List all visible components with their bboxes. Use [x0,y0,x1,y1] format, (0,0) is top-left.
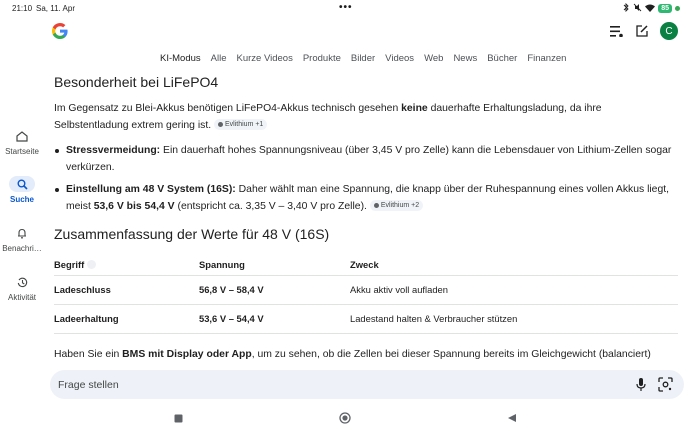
battery-badge: 85 [658,4,672,13]
source-favicon-icon [218,122,223,127]
system-nav-bar [0,404,690,431]
nav-suche-label: Suche [9,195,34,204]
microphone-icon[interactable] [634,377,648,392]
tab-buecher[interactable]: Bücher [487,53,517,64]
recent-apps-icon[interactable] [172,412,184,424]
table-cell: 53,6 V – 54,4 V [199,313,264,324]
table-cell: 56,8 V – 58,4 V [199,284,264,295]
table-header-cell: Begriff [54,259,97,270]
tab-videos[interactable]: Videos [385,53,414,64]
table-row: Ladeschluss 56,8 V – 58,4 V Akku aktiv v… [54,276,678,305]
nav-benachrichtigungen-label: Benachri… [2,244,42,253]
table-row: Ladeerhaltung 53,6 V – 54,4 V Ladestand … [54,305,678,334]
search-icon [9,176,35,192]
closing-paragraph: Haben Sie ein BMS mit Display oder App, … [54,349,651,360]
table-header-cell: Zweck [350,259,379,270]
tab-news[interactable]: News [453,53,477,64]
nav-aktivitaet-label: Aktivität [7,293,36,302]
history-icon [9,274,35,290]
summary-heading: Zusammenfassung der Werte für 48 V (16S) [54,226,330,242]
section-heading: Besonderheit bei LiFePO4 [54,74,219,90]
list-item: Einstellung am 48 V System (16S): Daher … [54,181,678,215]
ask-input[interactable] [58,376,618,393]
new-chat-edit-icon[interactable] [634,23,650,39]
privacy-dot-icon [675,6,680,11]
wifi-icon [645,4,656,14]
table-cell: Ladeerhaltung [54,313,119,324]
nav-benachrichtigungen[interactable]: Benachri… [0,225,44,253]
bluetooth-icon [623,2,630,14]
status-date: Sa, 11. Apr [36,4,75,13]
history-list-icon[interactable] [608,23,624,39]
system-icons: 85 [623,2,680,14]
ask-bar [50,370,684,399]
tab-alle[interactable]: Alle [211,53,227,64]
search-tabs: KI-Modus Alle Kurze Videos Produkte Bild… [160,53,566,64]
source-chip[interactable]: Evlithium +2 [369,200,424,211]
header-actions: C [608,22,678,40]
source-chip[interactable]: Evlithium +1 [214,119,268,130]
bell-icon [9,225,35,241]
nav-startseite[interactable]: Startseite [0,128,44,156]
table-cell: Ladestand halten & Verbraucher stützen [350,313,518,324]
google-lens-icon[interactable] [658,377,673,392]
values-table: Begriff Spannung Zweck Ladeschluss 56,8 … [54,254,678,334]
tab-ki-modus[interactable]: KI-Modus [160,53,201,64]
list-item: Stressvermeidung: Ein dauerhaft hohes Sp… [54,142,678,176]
bullet-list: Stressvermeidung: Ein dauerhaft hohes Sp… [54,142,678,220]
nav-startseite-label: Startseite [5,147,39,156]
table-header-row: Begriff Spannung Zweck [54,254,678,276]
home-button-icon[interactable] [339,412,351,424]
mute-icon [633,3,642,14]
status-time: 21:10 [12,4,33,13]
home-icon [9,128,35,144]
table-cell: Akku aktiv voll aufladen [350,284,448,295]
tab-finanzen[interactable]: Finanzen [527,53,566,64]
link-icon[interactable] [87,260,97,269]
tab-web[interactable]: Web [424,53,443,64]
intro-paragraph: Im Gegensatz zu Blei-Akkus benötigen LiF… [54,103,602,131]
nav-suche[interactable]: Suche [0,176,44,204]
more-dots-icon[interactable]: ••• [339,2,353,13]
nav-aktivitaet[interactable]: Aktivität [0,274,44,302]
back-icon[interactable] [506,412,518,424]
table-cell: Ladeschluss [54,284,111,295]
tab-bilder[interactable]: Bilder [351,53,375,64]
avatar[interactable]: C [660,22,678,40]
source-favicon-icon [373,203,379,208]
status-bar: 21:10 Sa, 11. Apr ••• 85 [0,0,690,16]
tab-produkte[interactable]: Produkte [303,53,341,64]
google-logo-icon[interactable] [52,23,68,39]
tab-kurze-videos[interactable]: Kurze Videos [237,53,293,64]
table-header-cell: Spannung [199,259,245,270]
